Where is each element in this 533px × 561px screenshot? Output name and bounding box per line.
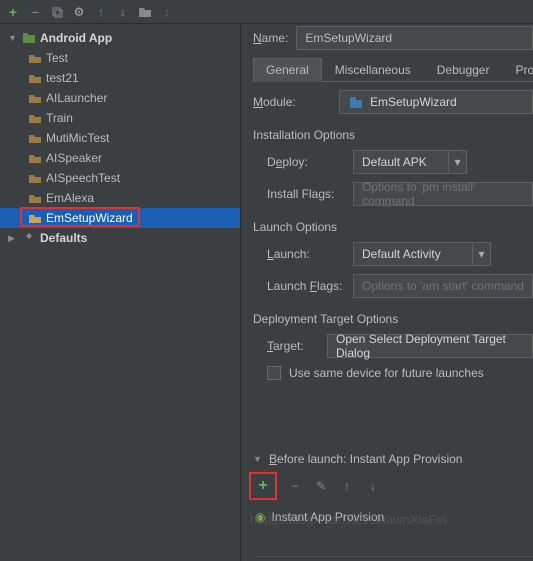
deploy-row: Deploy: Default APK ▾ (253, 150, 533, 174)
module-row: Module: EmSetupWizard (253, 90, 533, 114)
config-icon (28, 72, 42, 84)
copy-icon[interactable] (50, 5, 64, 19)
target-row: Target: Open Select Deployment Target Di… (253, 334, 533, 358)
add-task-icon[interactable]: + (255, 478, 271, 494)
config-icon (28, 52, 42, 64)
tab-profiling[interactable]: Profiling (502, 58, 533, 81)
chevron-down-icon[interactable]: ▾ (449, 150, 467, 174)
down-task-icon[interactable]: ↓ (365, 478, 381, 494)
config-panel: Name: EmSetupWizard General Miscellaneou… (241, 24, 533, 561)
tree-root-label: Android App (40, 31, 112, 45)
deploy-label: Deploy: (267, 155, 353, 169)
tab-debugger[interactable]: Debugger (424, 58, 503, 81)
up-arrow-icon[interactable]: ↑ (94, 5, 108, 19)
tree-item-aispeaker[interactable]: AISpeaker (0, 148, 240, 168)
target-label: Target: (267, 339, 327, 353)
launch-flags-label: Launch Flags: (267, 279, 353, 293)
expand-icon: ▼ (253, 454, 263, 464)
down-arrow-icon[interactable]: ↓ (116, 5, 130, 19)
name-row: Name: EmSetupWizard (253, 26, 533, 50)
config-icon (28, 112, 42, 124)
tree-item-ailauncher[interactable]: AILauncher (0, 88, 240, 108)
checkbox-icon[interactable] (267, 366, 281, 380)
config-icon (28, 192, 42, 204)
collapse-icon: ▶ (8, 233, 18, 244)
config-icon (28, 92, 42, 104)
install-flags-field[interactable]: Options to 'pm install' command (353, 182, 533, 206)
android-icon: ◉ (255, 510, 265, 524)
name-label: Name: (253, 31, 288, 45)
same-device-label: Use same device for future launches (289, 366, 484, 380)
folder-icon[interactable] (138, 5, 152, 19)
install-flags-row: Install Flags: Options to 'pm install' c… (253, 182, 533, 206)
expand-icon: ▼ (8, 33, 18, 43)
same-device-row[interactable]: Use same device for future launches (253, 366, 533, 380)
target-select[interactable]: Open Select Deployment Target Dialog (327, 334, 533, 358)
tree-item-test[interactable]: Test (0, 48, 240, 68)
sort-icon[interactable]: ↕ (160, 5, 174, 19)
launch-flags-row: Launch Flags: Options to 'am start' comm… (253, 274, 533, 298)
install-section-title: Installation Options (253, 128, 533, 142)
launch-row: Launch: Default Activity ▾ (253, 242, 533, 266)
tree-defaults[interactable]: ▶ Defaults (0, 228, 240, 248)
name-field[interactable]: EmSetupWizard (296, 26, 533, 50)
launch-select[interactable]: Default Activity (353, 242, 473, 266)
tree-item-train[interactable]: Train (0, 108, 240, 128)
before-launch-header[interactable]: ▼ Before launch: Instant App Provision (253, 452, 533, 466)
config-tree: ▼ Android App Test test21 AILauncher Tra… (0, 24, 241, 561)
launch-flags-field[interactable]: Options to 'am start' command (353, 274, 533, 298)
deploy-select[interactable]: Default APK (353, 150, 449, 174)
config-icon (28, 132, 42, 144)
tree-item-aispeechtest[interactable]: AISpeechTest (0, 168, 240, 188)
edit-task-icon[interactable]: ✎ (313, 478, 329, 494)
highlight-box: + (249, 472, 277, 500)
tree-item-emsetupwizard[interactable]: EmSetupWizard (0, 208, 240, 228)
android-app-icon (22, 32, 36, 44)
install-flags-label: Install Flags: (267, 187, 353, 201)
launch-label: Launch: (267, 247, 353, 261)
tree-item-test21[interactable]: test21 (0, 68, 240, 88)
module-label: Module: (253, 95, 339, 109)
remove-task-icon[interactable]: − (287, 478, 303, 494)
tab-general[interactable]: General (253, 58, 322, 82)
before-launch-item[interactable]: ◉ Instant App Provision (253, 506, 533, 528)
config-icon (28, 152, 42, 164)
deploy-target-section-title: Deployment Target Options (253, 312, 533, 326)
tabs: General Miscellaneous Debugger Profiling (253, 58, 533, 82)
add-icon[interactable]: + (6, 5, 20, 19)
bottom-options: Show this page Activate tool window (253, 556, 533, 561)
before-launch-section: ▼ Before launch: Instant App Provision +… (253, 452, 533, 528)
tree-item-emalexa[interactable]: EmAlexa (0, 188, 240, 208)
tab-miscellaneous[interactable]: Miscellaneous (322, 58, 424, 81)
remove-icon[interactable]: − (28, 5, 42, 19)
tree-root-android-app[interactable]: ▼ Android App (0, 28, 240, 48)
up-task-icon[interactable]: ↑ (339, 478, 355, 494)
launch-section-title: Launch Options (253, 220, 533, 234)
before-launch-toolbar: + − ✎ ↑ ↓ (253, 472, 533, 500)
chevron-down-icon[interactable]: ▾ (473, 242, 491, 266)
settings-icon[interactable]: ⚙ (72, 5, 86, 19)
defaults-icon (22, 232, 36, 244)
config-icon (28, 172, 42, 184)
module-select[interactable]: EmSetupWizard (339, 90, 533, 114)
config-icon (28, 212, 42, 224)
tree-item-mutimictest[interactable]: MutiMicTest (0, 128, 240, 148)
toolbar: + − ⚙ ↑ ↓ ↕ (0, 0, 533, 24)
module-icon (348, 94, 364, 110)
